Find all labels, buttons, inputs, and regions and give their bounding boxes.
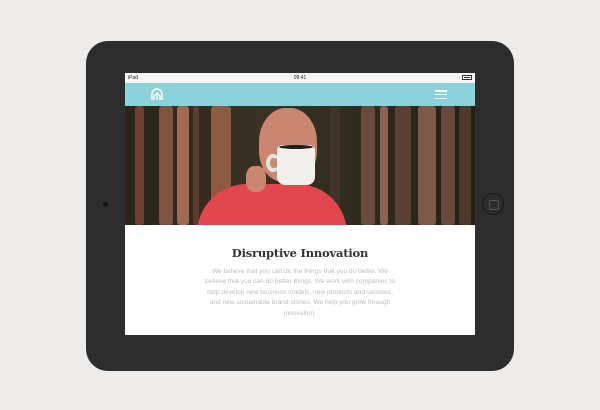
home-button[interactable] — [482, 193, 504, 215]
status-time: 09:41 — [293, 75, 307, 81]
hamburger-menu-icon[interactable] — [435, 90, 447, 100]
camera-icon — [103, 202, 108, 207]
article-body: We believe that you can do the things th… — [205, 268, 395, 317]
status-bar: iPad 09:41 — [125, 73, 475, 83]
page-title: Disruptive Innovation — [231, 246, 369, 260]
person-hand — [246, 166, 266, 192]
article-section: Disruptive Innovation We believe that yo… — [125, 225, 475, 319]
tree-logo-icon[interactable] — [150, 88, 164, 101]
battery-icon — [462, 75, 472, 80]
device-screen: iPad 09:41 Disruptive Innovation We beli… — [125, 73, 475, 335]
hero-image — [125, 106, 475, 225]
top-nav — [125, 83, 475, 106]
mug-icon — [277, 145, 315, 185]
